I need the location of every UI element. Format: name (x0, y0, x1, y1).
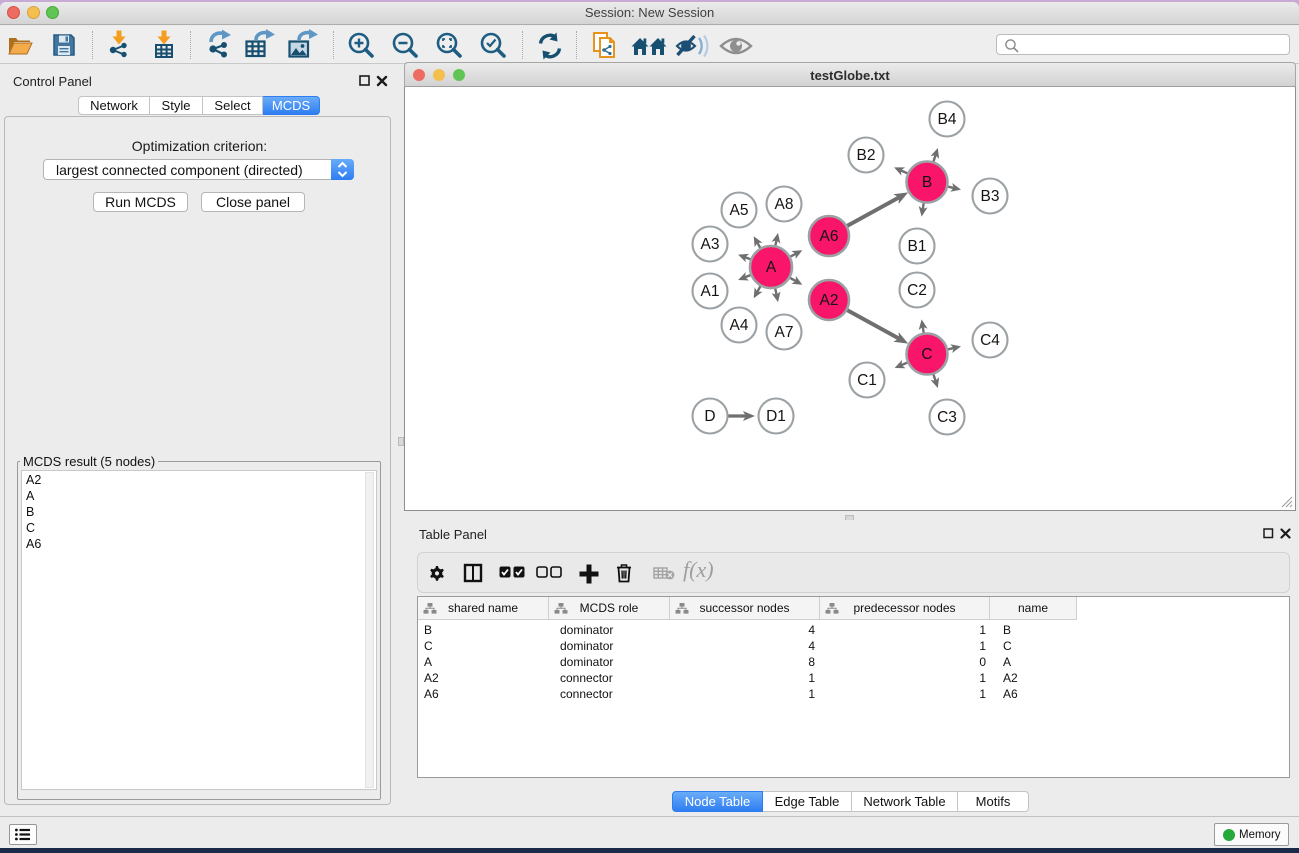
svg-text:B: B (922, 174, 932, 191)
svg-text:B3: B3 (981, 188, 1000, 205)
svg-text:A7: A7 (775, 324, 794, 341)
svg-text:D1: D1 (766, 408, 786, 425)
svg-text:A1: A1 (701, 283, 720, 300)
svg-text:A: A (766, 259, 777, 276)
svg-text:A6: A6 (820, 228, 839, 245)
svg-text:A8: A8 (775, 196, 794, 213)
svg-text:A4: A4 (730, 317, 749, 334)
svg-text:D: D (704, 408, 715, 425)
svg-text:C1: C1 (857, 372, 877, 389)
svg-text:A5: A5 (730, 202, 749, 219)
svg-text:B4: B4 (938, 111, 957, 128)
svg-text:B2: B2 (857, 147, 876, 164)
svg-text:A3: A3 (701, 236, 720, 253)
svg-text:C2: C2 (907, 282, 927, 299)
svg-text:C3: C3 (937, 409, 957, 426)
svg-text:C4: C4 (980, 332, 1000, 349)
svg-text:B1: B1 (908, 238, 927, 255)
svg-text:C: C (921, 346, 932, 363)
svg-text:A2: A2 (820, 292, 839, 309)
